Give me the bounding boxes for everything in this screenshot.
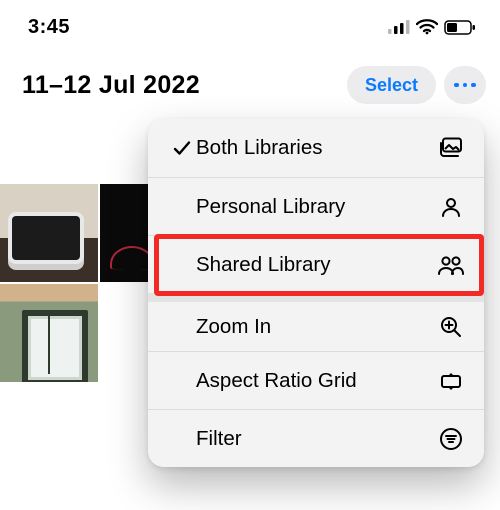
status-icons xyxy=(388,19,476,35)
photo-thumbnail[interactable] xyxy=(0,284,98,382)
menu-item-aspect-ratio-grid[interactable]: Aspect Ratio Grid xyxy=(148,351,484,409)
menu-item-label: Both Libraries xyxy=(196,136,436,160)
wifi-icon xyxy=(416,19,438,35)
ellipsis-icon xyxy=(454,83,459,88)
menu-item-shared-library[interactable]: Shared Library xyxy=(148,235,484,293)
status-bar: 3:45 xyxy=(0,0,500,46)
menu-item-personal-library[interactable]: Personal Library xyxy=(148,177,484,235)
menu-item-filter[interactable]: Filter xyxy=(148,409,484,467)
ellipsis-icon xyxy=(471,83,476,88)
menu-item-label: Shared Library xyxy=(196,253,436,277)
ellipsis-icon xyxy=(463,83,468,88)
cellular-icon xyxy=(388,20,410,34)
stacked-photos-icon xyxy=(436,137,466,159)
select-button-label: Select xyxy=(365,75,418,96)
status-time: 3:45 xyxy=(28,16,70,39)
header-row: 11–12 Jul 2022 Select xyxy=(0,46,500,116)
select-button[interactable]: Select xyxy=(347,66,436,104)
person-icon xyxy=(436,196,466,218)
menu-item-label: Aspect Ratio Grid xyxy=(196,369,436,393)
menu-item-zoom-in[interactable]: Zoom In xyxy=(148,293,484,351)
filter-icon xyxy=(436,427,466,451)
photo-thumbnail[interactable]: 1:32 xyxy=(0,184,98,282)
menu-item-label: Filter xyxy=(196,427,436,451)
menu-item-both-libraries[interactable]: Both Libraries xyxy=(148,119,484,177)
aspect-ratio-icon xyxy=(436,370,466,392)
thumbnail-clock-readout: 1:32 xyxy=(26,231,51,246)
people-icon xyxy=(436,254,466,276)
menu-item-label: Personal Library xyxy=(196,195,436,219)
checkmark-icon xyxy=(168,140,196,156)
menu-item-label: Zoom In xyxy=(196,315,436,339)
more-button[interactable] xyxy=(444,66,486,104)
page-title: 11–12 Jul 2022 xyxy=(22,71,339,100)
battery-icon xyxy=(444,20,476,35)
options-menu: Both Libraries Personal Library Shared L… xyxy=(148,119,484,467)
zoom-in-icon xyxy=(436,315,466,339)
